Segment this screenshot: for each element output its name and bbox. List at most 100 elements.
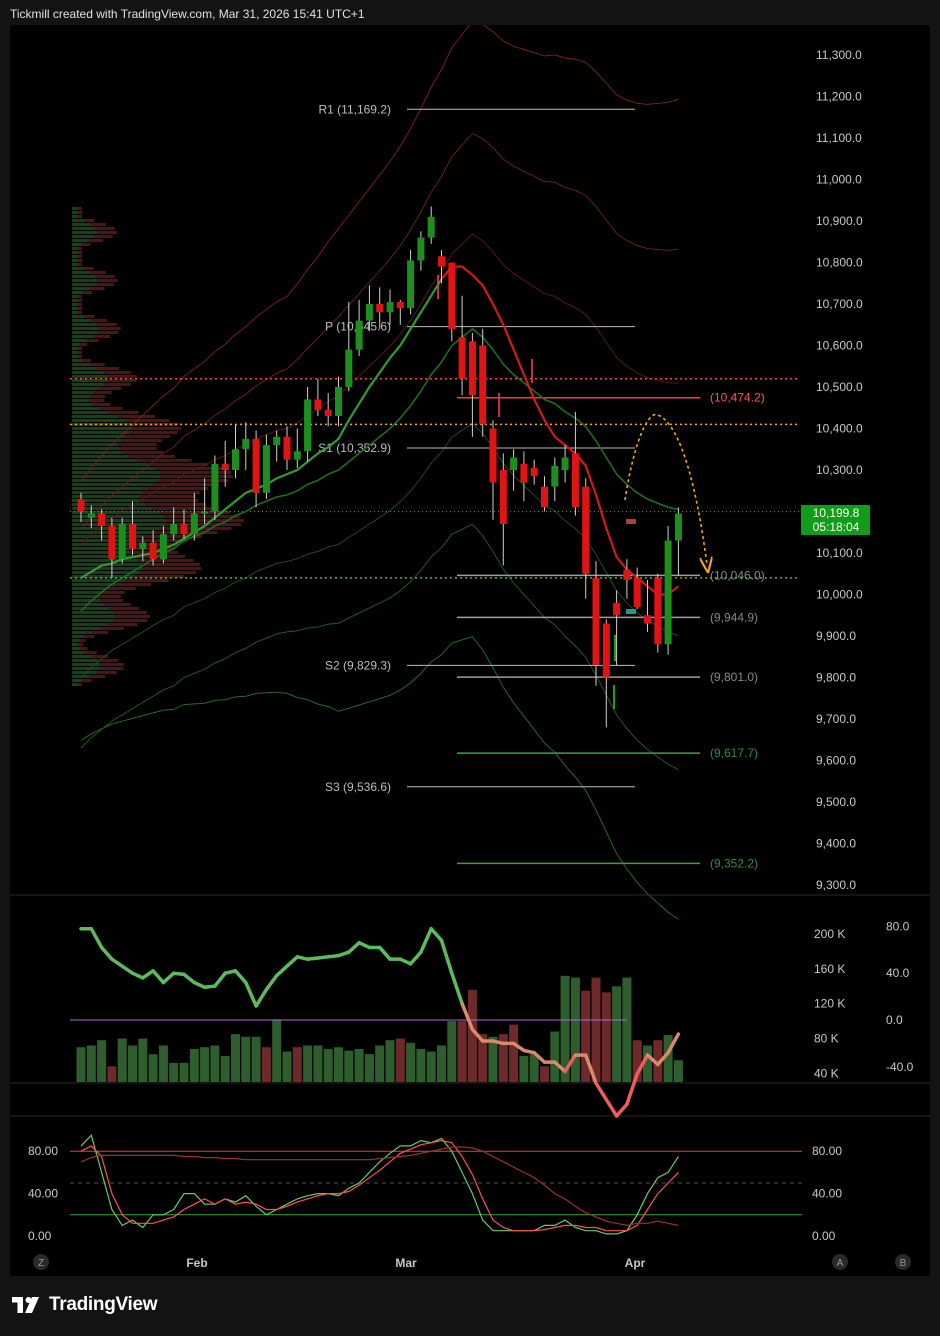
profile-bar-up [72, 387, 100, 390]
oscillator-segment [182, 972, 197, 985]
candle-down [448, 262, 456, 329]
profile-bar-down [143, 567, 202, 570]
profile-bar-up [72, 215, 78, 218]
profile-bar-up [72, 283, 95, 286]
profile-bar-down [97, 367, 120, 370]
profile-bar-up [72, 315, 85, 318]
oscillator-segment [274, 964, 289, 978]
profile-bar-up [72, 479, 158, 482]
candle-up [87, 513, 95, 518]
time-tick-label: Apr [625, 1256, 646, 1270]
profile-bar-down [83, 267, 94, 270]
profile-bar-up [72, 587, 107, 590]
price-axis[interactable]: 11,300.0 11,200.0 11,100.0 11,000.0 10,900.0… [816, 48, 863, 892]
profile-bar-down [93, 403, 111, 406]
profile-bar-down [77, 251, 82, 254]
profile-bar-down [99, 407, 123, 410]
candle-up [159, 534, 167, 560]
profile-bar-up [72, 263, 78, 266]
volume-pane: 200 K 160 K 120 K 80 K 40 K 80.0 40.0 0.0 -40.0 [10, 894, 930, 1118]
oscillator-segment [419, 926, 433, 954]
volume-tick-label: 80 K [814, 1032, 839, 1046]
level-label: (9,617.7) [710, 746, 758, 760]
volume-bar [426, 1051, 436, 1082]
profile-bar-up [72, 635, 85, 638]
profile-bar-down [78, 643, 84, 646]
profile-bar-down [96, 231, 117, 234]
profile-bar-down [94, 235, 113, 238]
profile-bar-up [72, 295, 78, 298]
marker-teal [626, 609, 636, 614]
candle-down [221, 463, 229, 470]
volume-bar [467, 989, 477, 1082]
button-b[interactable]: B [900, 1258, 907, 1269]
profile-bar-down [129, 431, 178, 434]
button-z[interactable]: Z [38, 1258, 44, 1269]
profile-bar-up [72, 615, 115, 618]
profile-bar-down [77, 683, 82, 686]
profile-bar-down [94, 283, 114, 286]
chart-frame[interactable]: R1 (11,169.2) P (10,645.6) S1 (10,352.9) S2… [10, 25, 930, 1276]
profile-bar-up [72, 279, 97, 282]
volume-bar [334, 1047, 343, 1082]
profile-bar-up [72, 375, 108, 378]
volume-bar [529, 1054, 539, 1082]
volume-bar [323, 1048, 333, 1082]
candle-up [190, 513, 198, 535]
volume-bar [272, 1019, 282, 1082]
profile-bar-down [82, 359, 91, 362]
pivot-label: S3 (9,536.6) [325, 780, 391, 794]
profile-bar-up [72, 495, 141, 498]
profile-bar-down [77, 307, 82, 310]
volume-bar [169, 1062, 179, 1082]
profile-bar-down [140, 571, 197, 574]
volume-tick-label: 40 K [814, 1066, 839, 1080]
stoch-line [80, 1139, 679, 1232]
bottom-buttons[interactable]: Z A B [33, 1254, 911, 1270]
candle-down [623, 569, 631, 580]
volume-bar [86, 1045, 96, 1082]
profile-bar-down [131, 427, 181, 430]
stoch-right-tick: 40.00 [812, 1187, 842, 1201]
profile-bar-up [72, 359, 83, 362]
profile-bar-down [122, 451, 164, 454]
button-a[interactable]: A [837, 1258, 844, 1269]
tradingview-logo[interactable]: TradingView [12, 1294, 158, 1316]
volume-bar [540, 1066, 549, 1082]
profile-bar-up [72, 515, 165, 518]
time-axis[interactable]: Feb Mar Apr [186, 1256, 645, 1270]
profile-bar-down [104, 603, 131, 606]
profile-bar-down [85, 651, 97, 654]
candle-up [561, 457, 569, 470]
profile-bar-up [72, 655, 92, 658]
profile-bar-down [77, 207, 82, 210]
volume-bar [179, 1062, 189, 1082]
volume-bar [138, 1038, 148, 1082]
profile-bar-up [72, 223, 91, 226]
profile-bar-down [77, 255, 82, 258]
candle-up [407, 260, 415, 309]
oscillator-segment [377, 945, 392, 961]
profile-bar-up [72, 491, 143, 494]
chart-svg[interactable]: R1 (11,169.2)P (10,645.6)S1 (10,352.9)S2… [10, 25, 930, 1276]
profile-bar-up [72, 339, 87, 342]
oscillator-segment [151, 969, 166, 985]
profile-bar-down [90, 363, 105, 366]
volume-bar [406, 1042, 416, 1082]
profile-bar-down [138, 559, 194, 562]
profile-bar-down [164, 515, 240, 518]
profile-bar-down [77, 259, 82, 262]
profile-bar-up [72, 299, 78, 302]
profile-bar-down [100, 599, 124, 602]
oscillator-segment [233, 969, 248, 985]
price-tick-label: 11,000.0 [816, 173, 862, 187]
stoch-line [80, 1146, 679, 1227]
profile-bar-up [72, 287, 90, 290]
oscillator-segment [594, 1081, 609, 1102]
profile-bar-down [77, 247, 82, 250]
profile-bar-up [72, 383, 105, 386]
profile-bar-down [79, 639, 86, 642]
price-tick-label: 9,500.0 [816, 795, 856, 809]
profile-bar-down [77, 295, 82, 298]
price-tick-label: 9,600.0 [816, 754, 856, 768]
